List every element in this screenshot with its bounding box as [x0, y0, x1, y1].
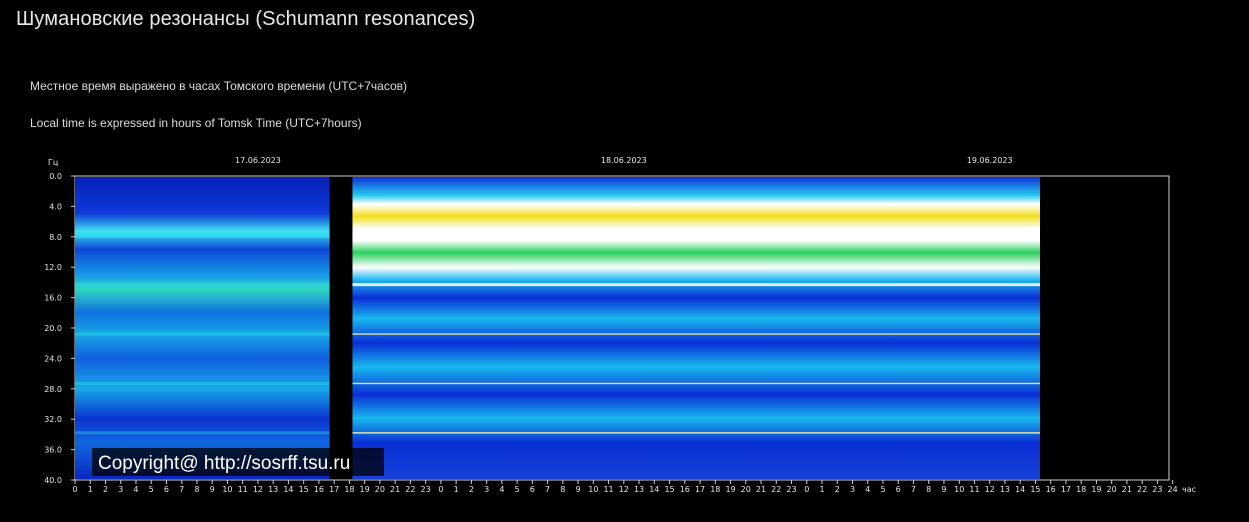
x-tick-label: 21	[756, 485, 766, 494]
x-tick-label: 1	[88, 485, 93, 494]
x-tick-label: 7	[911, 485, 916, 494]
y-tick-label: 32.0	[44, 415, 62, 424]
x-tick-label: 6	[530, 485, 535, 494]
x-tick-label: 4	[133, 485, 138, 494]
date-label: 19.06.2023	[967, 156, 1013, 165]
x-tick-label: 16	[314, 485, 324, 494]
date-label: 18.06.2023	[601, 156, 647, 165]
x-tick-label: 11	[603, 485, 613, 494]
x-tick-label: 11	[238, 485, 248, 494]
x-tick-label: 18	[344, 485, 354, 494]
x-tick-label: 6	[164, 485, 169, 494]
x-tick-label: 1	[819, 485, 824, 494]
x-tick-label: 2	[469, 485, 474, 494]
y-tick-label: 12.0	[44, 263, 62, 272]
spectrogram-chart: 0.0 4.0 8.0 12.0 16.0 20.0 24.0 28.0 32.0 36.0 40.…	[44, 156, 1196, 494]
x-tick-label: 17	[329, 485, 339, 494]
x-tick-label: 12	[985, 485, 995, 494]
x-tick-label: 8	[560, 485, 565, 494]
y-axis-label: Гц	[48, 158, 59, 167]
x-tick-label: 14	[1015, 485, 1025, 494]
spectrogram-segment-2	[352, 177, 1041, 479]
x-tick-label: 18	[710, 485, 720, 494]
x-tick-label: 15	[299, 485, 309, 494]
x-tick-label: 21	[390, 485, 400, 494]
x-tick-label: 19	[360, 485, 370, 494]
x-tick-label: 3	[118, 485, 123, 494]
date-label: 17.06.2023	[235, 156, 281, 165]
x-tick-label: 24	[1168, 485, 1178, 494]
x-tick-label: 14	[283, 485, 293, 494]
x-axis-label: час	[1182, 485, 1196, 494]
x-tick-label: 0	[438, 485, 443, 494]
x-tick-label: 15	[664, 485, 674, 494]
x-tick-label: 10	[588, 485, 598, 494]
x-tick-label: 23	[421, 485, 431, 494]
x-tick-label: 7	[545, 485, 550, 494]
x-tick-label: 19	[1091, 485, 1101, 494]
x-tick-label: 23	[1152, 485, 1162, 494]
x-tick-label: 17	[695, 485, 705, 494]
x-tick-label: 22	[405, 485, 415, 494]
x-tick-label: 13	[1000, 485, 1010, 494]
x-tick-label: 5	[880, 485, 885, 494]
x-tick-label: 2	[103, 485, 108, 494]
y-tick-label: 8.0	[49, 233, 62, 242]
x-tick-label: 5	[515, 485, 520, 494]
x-tick-label: 20	[741, 485, 751, 494]
x-tick-label: 2	[835, 485, 840, 494]
x-tick-label: 9	[576, 485, 581, 494]
x-tick-label: 7	[179, 485, 184, 494]
x-tick-label: 17	[1061, 485, 1071, 494]
x-tick-label: 22	[1137, 485, 1147, 494]
x-tick-label: 1	[454, 485, 459, 494]
x-tick-label: 19	[725, 485, 735, 494]
y-tick-label: 4.0	[49, 202, 62, 211]
x-tick-label: 10	[954, 485, 964, 494]
x-tick-label: 12	[253, 485, 263, 494]
x-tick-label: 11	[969, 485, 979, 494]
y-tick-label: 40.0	[44, 476, 62, 485]
y-tick-label: 28.0	[44, 385, 62, 394]
x-tick-label: 20	[1107, 485, 1117, 494]
x-tick-label: 0	[804, 485, 809, 494]
x-tick-label: 9	[210, 485, 215, 494]
x-tick-label: 6	[896, 485, 901, 494]
x-tick-label: 22	[771, 485, 781, 494]
y-tick-label: 24.0	[44, 354, 62, 363]
y-tick-label: 20.0	[44, 324, 62, 333]
x-tick-label: 10	[222, 485, 232, 494]
x-tick-label: 21	[1122, 485, 1132, 494]
x-tick-label: 16	[1046, 485, 1056, 494]
x-tick-label: 14	[649, 485, 659, 494]
x-tick-label: 13	[634, 485, 644, 494]
x-tick-label: 23	[786, 485, 796, 494]
x-tick-label: 3	[484, 485, 489, 494]
x-tick-label: 20	[375, 485, 385, 494]
y-tick-label: 0.0	[49, 172, 62, 181]
x-tick-label: 5	[149, 485, 154, 494]
y-tick-label: 16.0	[44, 294, 62, 303]
x-tick-label: 8	[194, 485, 199, 494]
x-tick-label: 12	[619, 485, 629, 494]
x-tick-label: 4	[865, 485, 870, 494]
x-tick-label: 15	[1030, 485, 1040, 494]
x-tick-label: 8	[926, 485, 931, 494]
x-tick-label: 9	[941, 485, 946, 494]
x-tick-label: 18	[1076, 485, 1086, 494]
x-tick-label: 3	[850, 485, 855, 494]
x-tick-label: 13	[268, 485, 278, 494]
x-tick-label: 0	[72, 485, 77, 494]
x-tick-label: 4	[499, 485, 504, 494]
watermark-text: Copyright@ http://sosrff.tsu.ru	[98, 453, 350, 474]
x-tick-label: 16	[680, 485, 690, 494]
y-tick-label: 36.0	[44, 446, 62, 455]
